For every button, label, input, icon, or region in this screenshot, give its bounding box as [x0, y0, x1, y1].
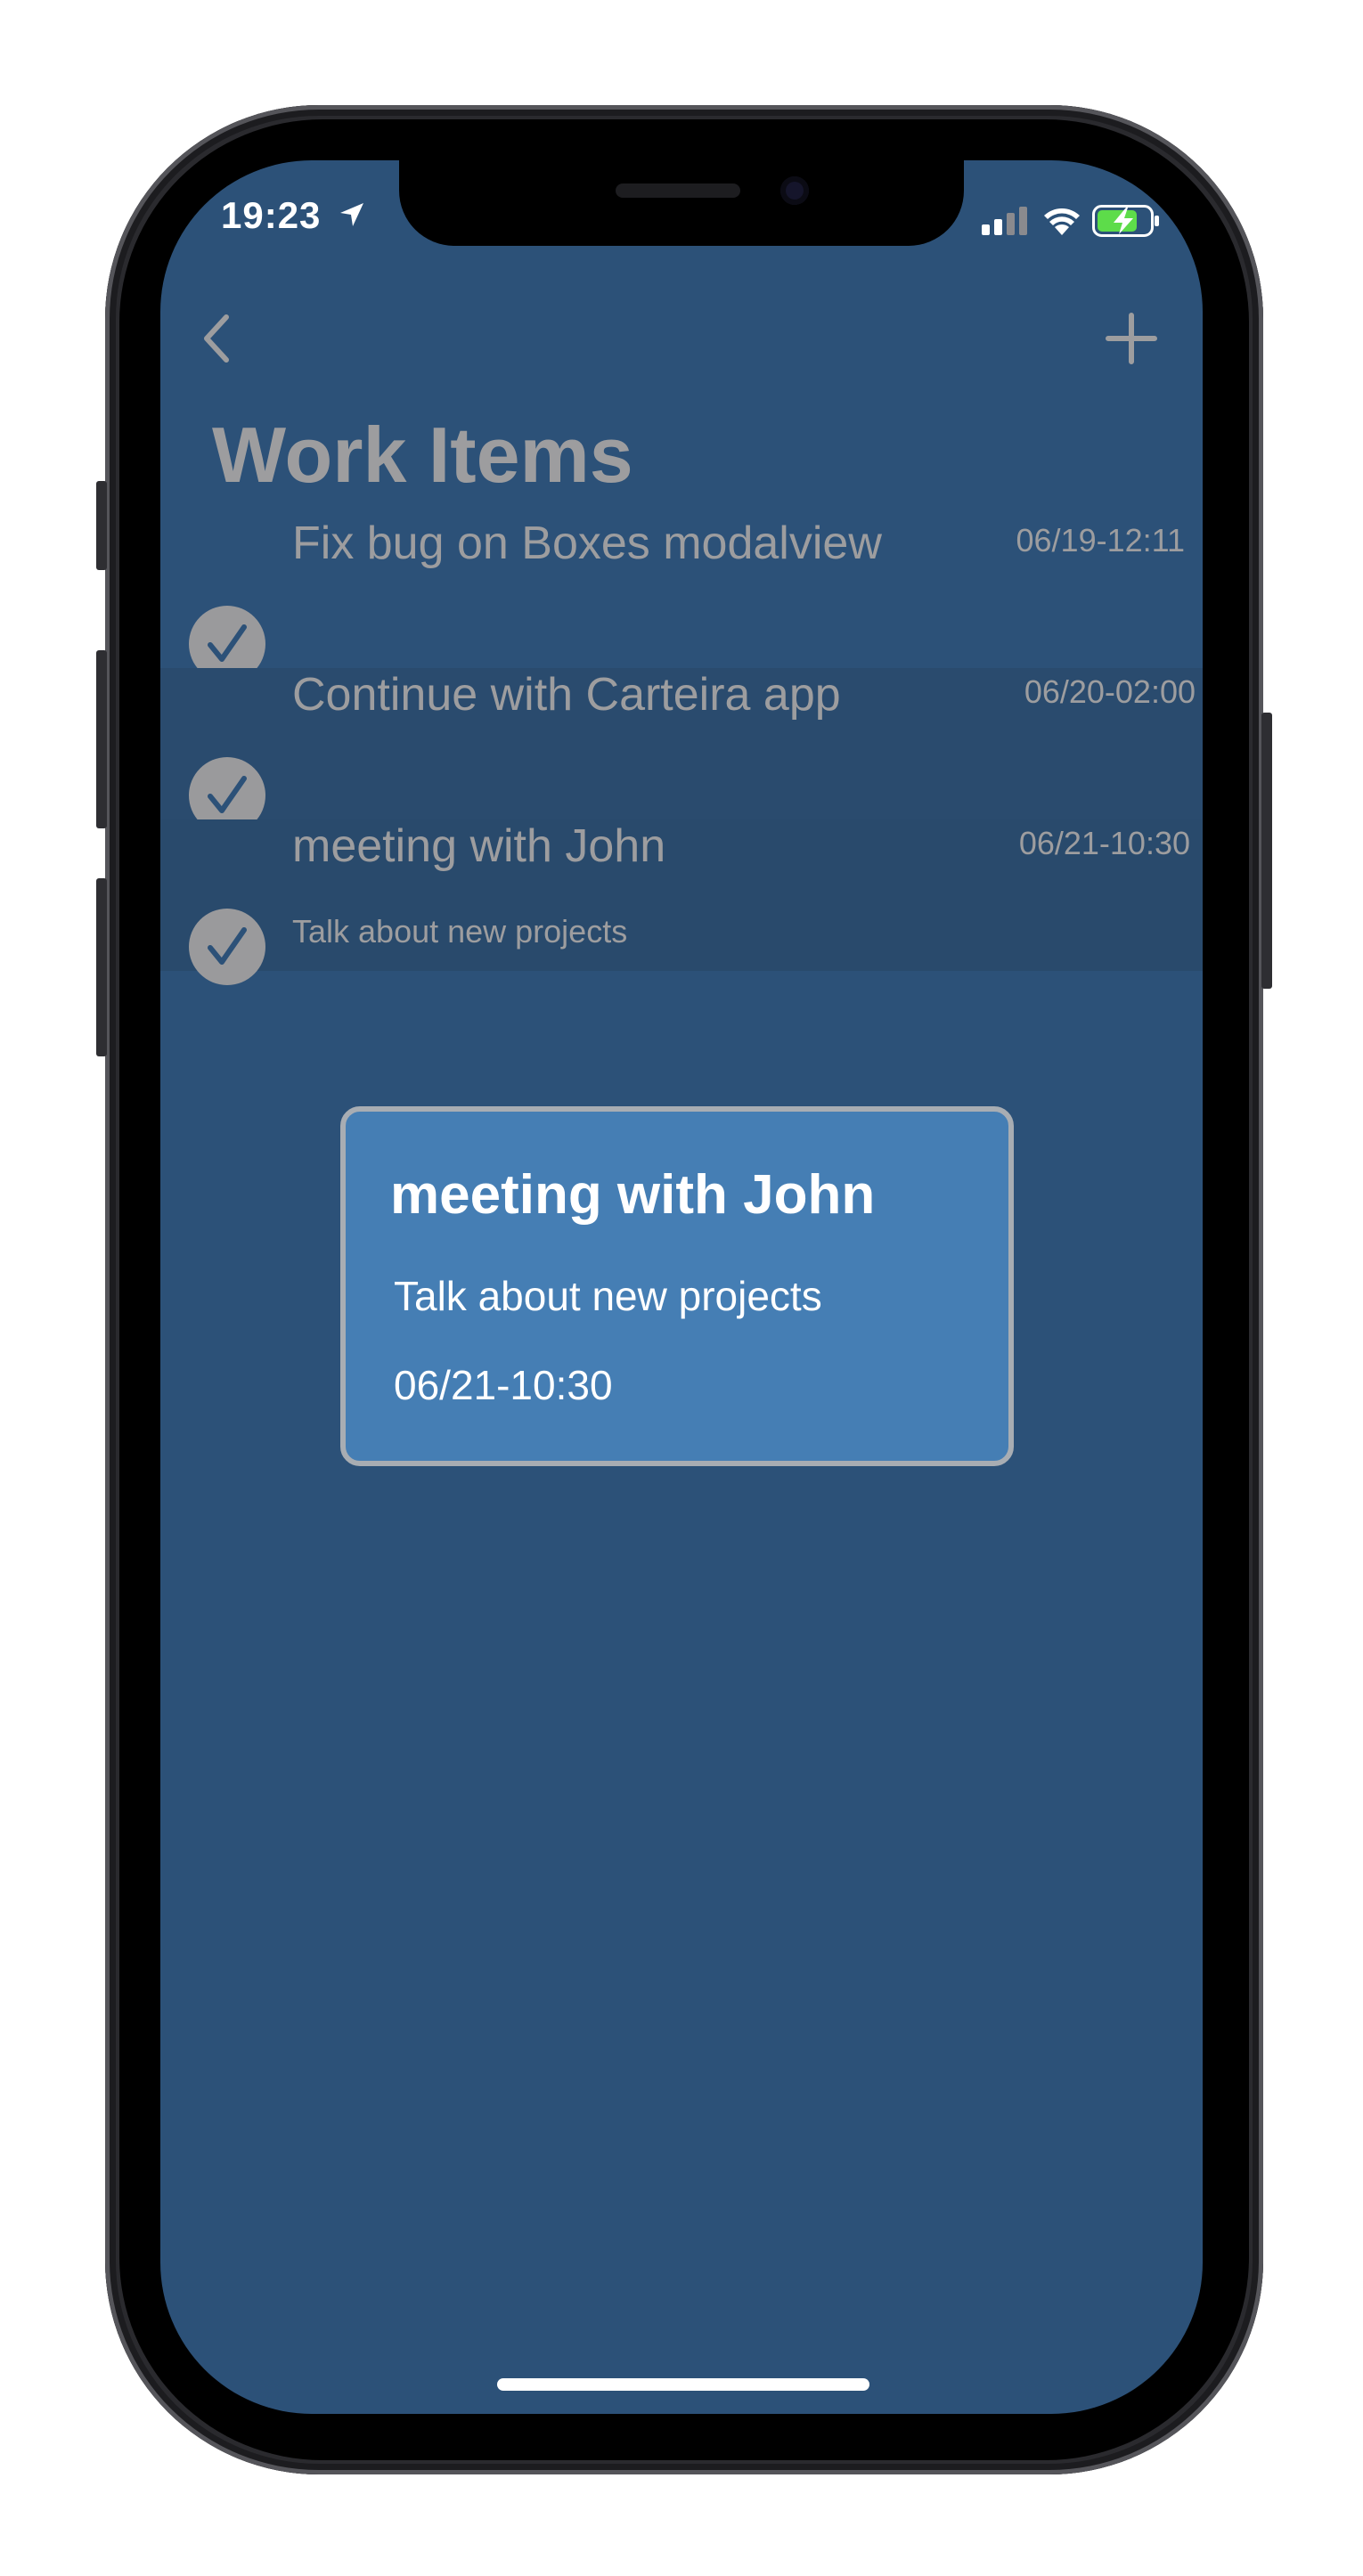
task-title: Continue with Carteira app — [292, 669, 841, 721]
task-row[interactable]: Fix bug on Boxes modalview 06/19-12:11 — [160, 517, 1203, 682]
detail-title: meeting with John — [390, 1164, 876, 1226]
status-time: 19:23 — [221, 194, 322, 236]
volume-down-button — [96, 878, 107, 1056]
task-title: meeting with John — [292, 820, 666, 872]
cellular-signal-icon — [982, 207, 1027, 235]
task-date: 06/19-12:11 — [1016, 522, 1186, 558]
task-date: 06/21-10:30 — [1018, 825, 1190, 861]
notch — [399, 160, 964, 246]
wifi-icon — [1044, 208, 1080, 235]
task-note: Talk about new projects — [292, 913, 628, 950]
task-detail-card[interactable]: meeting with John Talk about new project… — [340, 1106, 1014, 1466]
add-task-plus-icon[interactable] — [1096, 303, 1167, 374]
detail-date: 06/21-10:30 — [394, 1362, 613, 1408]
mute-switch — [96, 481, 107, 570]
task-row[interactable]: meeting with John 06/21-10:30 Talk about… — [160, 819, 1203, 985]
volume-up-button — [96, 650, 107, 828]
power-button — [1261, 713, 1272, 989]
task-date: 06/20-02:00 — [1024, 673, 1196, 710]
battery-charging-icon — [1092, 205, 1159, 237]
task-row[interactable]: Continue with Carteira app 06/20-02:00 — [160, 668, 1203, 834]
checkmark-circle-icon[interactable] — [189, 909, 265, 985]
page-title: Work Items — [212, 411, 633, 499]
detail-note: Talk about new projects — [394, 1273, 822, 1319]
task-title: Fix bug on Boxes modalview — [292, 518, 882, 569]
task-list: Fix bug on Boxes modalview 06/19-12:11 C… — [160, 517, 1203, 985]
home-indicator[interactable] — [497, 2378, 869, 2391]
app-screen: 19:23 Work Items Fix bug on Boxes modalv… — [160, 160, 1203, 2414]
back-chevron-icon[interactable] — [187, 303, 249, 374]
location-arrow-icon — [340, 203, 363, 226]
